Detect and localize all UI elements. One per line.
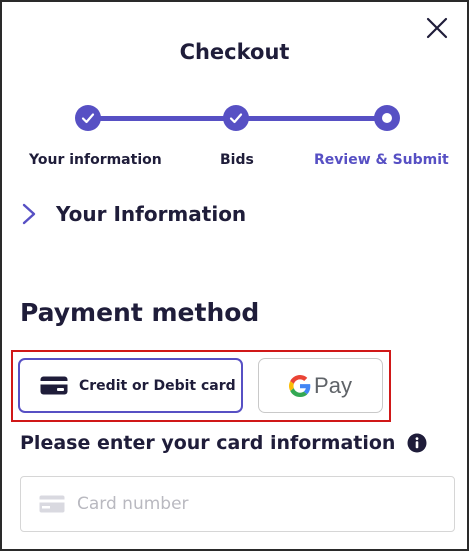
step-2-node [223,105,249,131]
google-pay-label: Pay [314,372,352,398]
payment-method-heading: Payment method [20,298,260,327]
checkout-modal: Checkout Your information Bids Review & … [0,0,469,551]
chevron-right-icon [22,203,36,225]
check-icon [229,113,243,124]
step-1-node [75,105,101,131]
page-title: Checkout [179,40,290,64]
section-title: Your Information [56,202,247,226]
your-information-section-toggle[interactable]: Your Information [20,202,246,226]
step-3-node [374,105,400,131]
info-icon[interactable] [407,433,427,453]
card-placeholder-icon [39,495,65,513]
current-step-dot [382,113,392,123]
google-pay-button[interactable]: Pay [258,358,383,413]
google-g-icon [289,374,311,397]
credit-debit-card-label: Credit or Debit card [79,377,236,394]
step-label-bids: Bids [220,152,254,168]
card-number-input[interactable] [77,494,407,514]
step-label-your-information: Your information [29,152,162,168]
credit-debit-card-button[interactable]: Credit or Debit card [18,358,243,413]
check-icon [81,113,95,124]
step-label-review-submit: Review & Submit [314,152,449,168]
credit-card-icon [40,376,68,395]
card-info-heading-text: Please enter your card information [20,432,396,454]
card-info-heading: Please enter your card information [20,432,427,454]
close-icon[interactable] [426,17,448,39]
card-number-field[interactable] [20,476,455,532]
